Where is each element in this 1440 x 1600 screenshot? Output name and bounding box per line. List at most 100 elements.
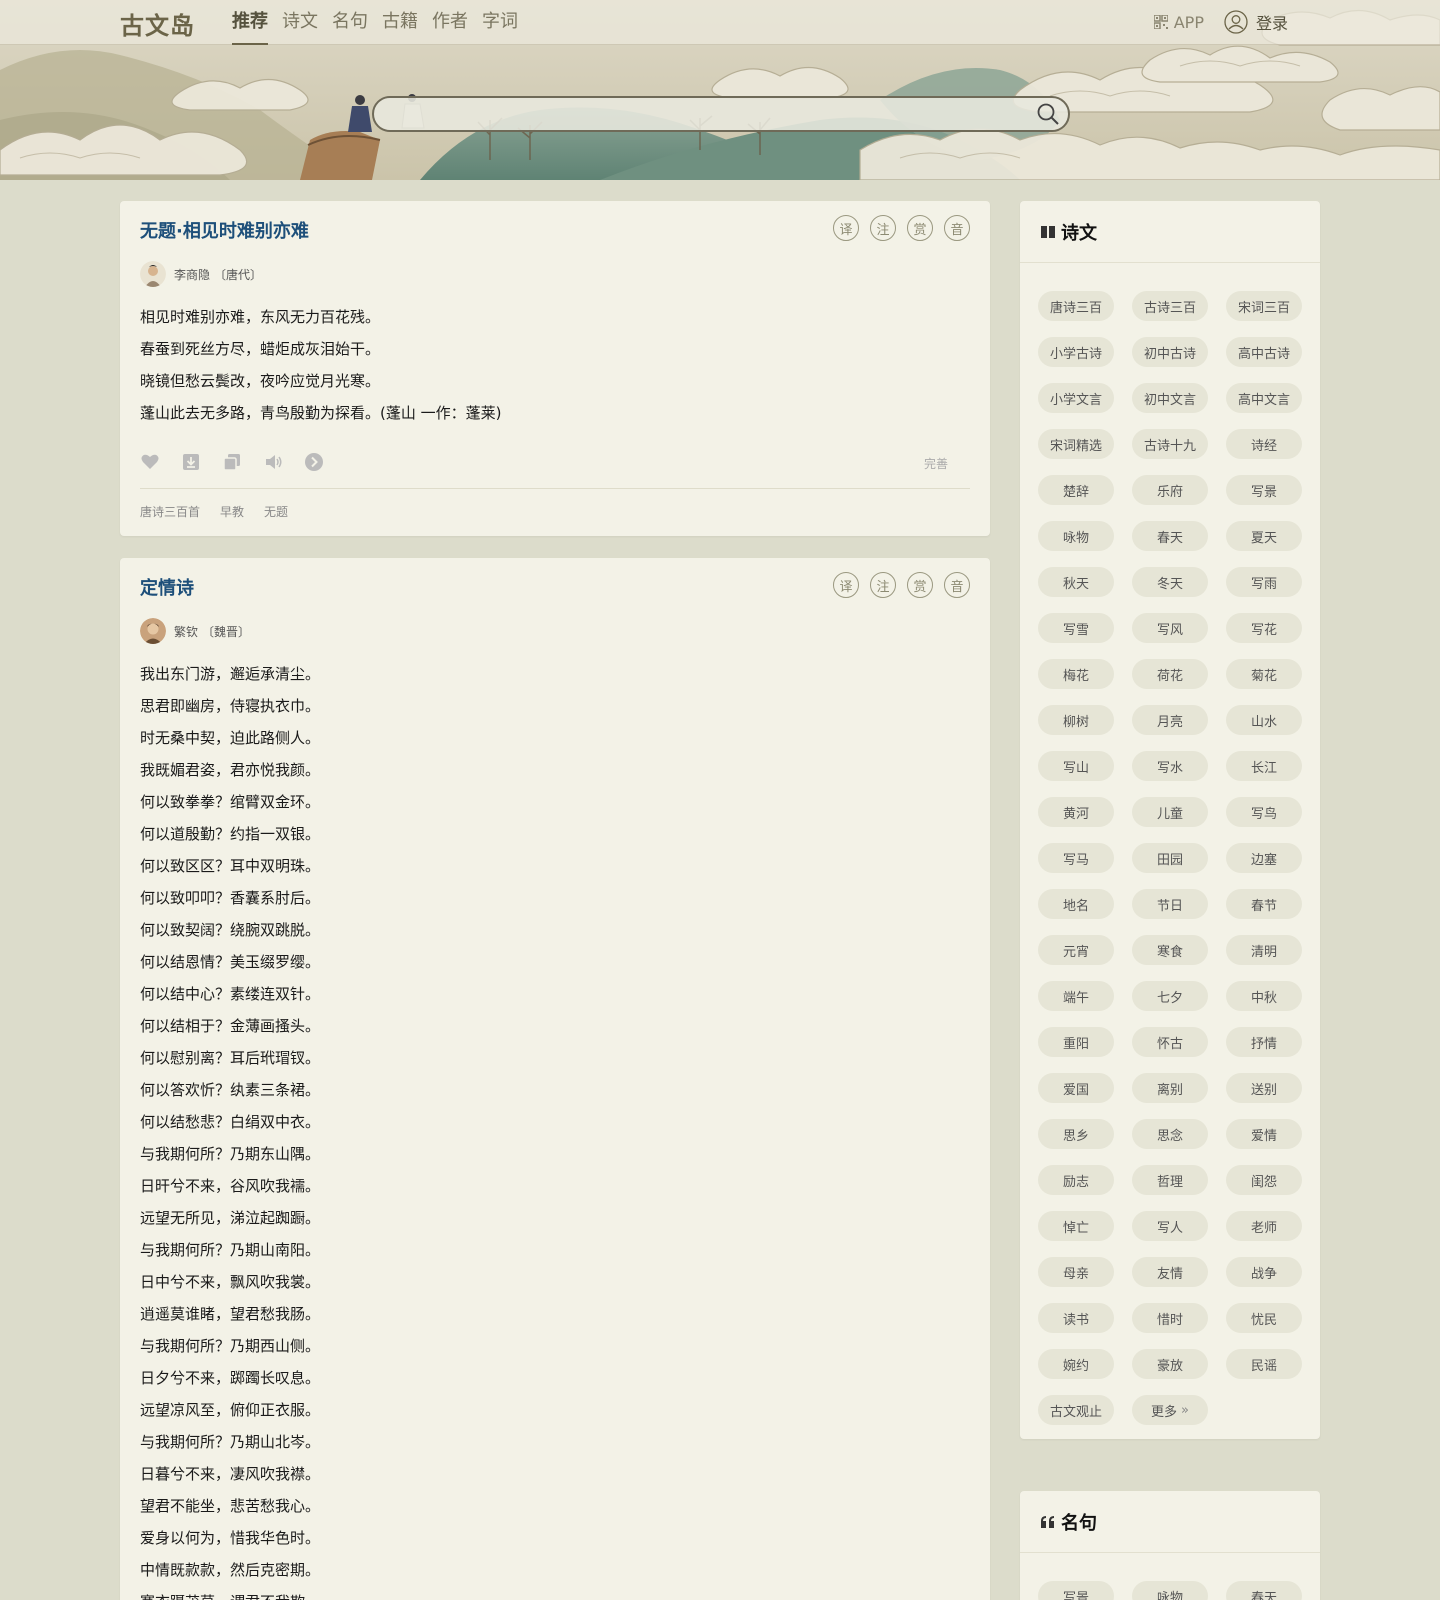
category-chip[interactable]: 思念 (1132, 1119, 1208, 1149)
category-chip[interactable]: 唐诗三百 (1038, 291, 1114, 321)
nav-recommend[interactable]: 推荐 (232, 10, 268, 45)
category-chip[interactable]: 写人 (1132, 1211, 1208, 1241)
category-chip[interactable]: 秋天 (1038, 567, 1114, 597)
category-chip[interactable]: 诗经 (1226, 429, 1302, 459)
category-chip[interactable]: 离别 (1132, 1073, 1208, 1103)
category-chip[interactable]: 古诗三百 (1132, 291, 1208, 321)
category-chip[interactable]: 元宵 (1038, 935, 1114, 965)
appreciate-button[interactable]: 赏 (907, 215, 933, 241)
category-chip[interactable]: 荷花 (1132, 659, 1208, 689)
category-chip[interactable]: 豪放 (1132, 1349, 1208, 1379)
category-chip[interactable]: 写水 (1132, 751, 1208, 781)
category-chip[interactable]: 忧民 (1226, 1303, 1302, 1333)
category-chip[interactable]: 古诗十九 (1132, 429, 1208, 459)
more-button[interactable]: 更多» (1132, 1395, 1208, 1425)
search-icon[interactable] (1036, 102, 1060, 126)
category-chip[interactable]: 古文观止 (1038, 1395, 1114, 1425)
category-chip[interactable]: 高中文言 (1226, 383, 1302, 413)
audio-icon[interactable] (263, 452, 283, 472)
category-chip[interactable]: 写山 (1038, 751, 1114, 781)
category-chip[interactable]: 长江 (1226, 751, 1302, 781)
nav-quotes[interactable]: 名句 (332, 10, 368, 45)
category-chip[interactable]: 婉约 (1038, 1349, 1114, 1379)
category-chip[interactable]: 春节 (1226, 889, 1302, 919)
category-chip[interactable]: 七夕 (1132, 981, 1208, 1011)
annotate-button[interactable]: 注 (870, 215, 896, 241)
category-chip[interactable]: 抒情 (1226, 1027, 1302, 1057)
search-input[interactable] (394, 98, 1014, 130)
category-chip[interactable]: 宋词精选 (1038, 429, 1114, 459)
app-link[interactable]: APP (1153, 13, 1204, 32)
category-chip[interactable]: 寒食 (1132, 935, 1208, 965)
category-chip[interactable]: 初中古诗 (1132, 337, 1208, 367)
category-chip[interactable]: 菊花 (1226, 659, 1302, 689)
category-chip[interactable]: 楚辞 (1038, 475, 1114, 505)
translate-button[interactable]: 译 (833, 215, 859, 241)
category-chip[interactable]: 高中古诗 (1226, 337, 1302, 367)
category-chip[interactable]: 写雨 (1226, 567, 1302, 597)
category-chip[interactable]: 战争 (1226, 1257, 1302, 1287)
author-avatar[interactable] (140, 618, 166, 644)
perfect-link[interactable]: 完善 (924, 455, 948, 472)
category-chip[interactable]: 重阳 (1038, 1027, 1114, 1057)
author-name[interactable]: 繁钦 (174, 623, 198, 640)
category-chip[interactable]: 柳树 (1038, 705, 1114, 735)
category-chip[interactable]: 怀古 (1132, 1027, 1208, 1057)
translate-button[interactable]: 译 (833, 572, 859, 598)
category-chip[interactable]: 爱国 (1038, 1073, 1114, 1103)
category-chip[interactable]: 节日 (1132, 889, 1208, 919)
category-chip[interactable]: 闺怨 (1226, 1165, 1302, 1195)
tag-link[interactable]: 早教 (220, 503, 244, 520)
arrow-right-icon[interactable] (304, 452, 324, 472)
category-chip[interactable]: 思乡 (1038, 1119, 1114, 1149)
category-chip[interactable]: 写景 (1226, 475, 1302, 505)
category-chip[interactable]: 友情 (1132, 1257, 1208, 1287)
category-chip[interactable]: 冬天 (1132, 567, 1208, 597)
category-chip[interactable]: 悼亡 (1038, 1211, 1114, 1241)
category-chip[interactable]: 写花 (1226, 613, 1302, 643)
appreciate-button[interactable]: 赏 (907, 572, 933, 598)
category-chip[interactable]: 夏天 (1226, 521, 1302, 551)
category-chip[interactable]: 乐府 (1132, 475, 1208, 505)
category-chip[interactable]: 田园 (1132, 843, 1208, 873)
category-chip[interactable]: 春天 (1226, 1581, 1302, 1600)
login-link[interactable]: 登录 (1224, 10, 1288, 34)
category-chip[interactable]: 咏物 (1132, 1581, 1208, 1600)
category-chip[interactable]: 爱情 (1226, 1119, 1302, 1149)
nav-authors[interactable]: 作者 (432, 10, 468, 45)
category-chip[interactable]: 母亲 (1038, 1257, 1114, 1287)
category-chip[interactable]: 山水 (1226, 705, 1302, 735)
category-chip[interactable]: 中秋 (1226, 981, 1302, 1011)
tag-link[interactable]: 无题 (264, 503, 288, 520)
category-chip[interactable]: 宋词三百 (1226, 291, 1302, 321)
author-name[interactable]: 李商隐 (174, 266, 210, 283)
site-logo[interactable]: 古文岛 (120, 6, 195, 41)
category-chip[interactable]: 清明 (1226, 935, 1302, 965)
category-chip[interactable]: 端午 (1038, 981, 1114, 1011)
category-chip[interactable]: 黄河 (1038, 797, 1114, 827)
category-chip[interactable]: 地名 (1038, 889, 1114, 919)
nav-classics[interactable]: 古籍 (382, 10, 418, 45)
category-chip[interactable]: 月亮 (1132, 705, 1208, 735)
category-chip[interactable]: 哲理 (1132, 1165, 1208, 1195)
category-chip[interactable]: 送别 (1226, 1073, 1302, 1103)
category-chip[interactable]: 惜时 (1132, 1303, 1208, 1333)
category-chip[interactable]: 写景 (1038, 1581, 1114, 1600)
nav-poetry[interactable]: 诗文 (282, 10, 318, 45)
download-icon[interactable] (181, 452, 201, 472)
category-chip[interactable]: 梅花 (1038, 659, 1114, 689)
pinyin-button[interactable]: 音 (944, 215, 970, 241)
tag-link[interactable]: 唐诗三百首 (140, 503, 200, 520)
category-chip[interactable]: 读书 (1038, 1303, 1114, 1333)
annotate-button[interactable]: 注 (870, 572, 896, 598)
category-chip[interactable]: 春天 (1132, 521, 1208, 551)
author-avatar[interactable] (140, 261, 166, 287)
category-chip[interactable]: 写马 (1038, 843, 1114, 873)
category-chip[interactable]: 老师 (1226, 1211, 1302, 1241)
category-chip[interactable]: 写风 (1132, 613, 1208, 643)
category-chip[interactable]: 励志 (1038, 1165, 1114, 1195)
copy-icon[interactable] (222, 452, 242, 472)
category-chip[interactable]: 小学古诗 (1038, 337, 1114, 367)
category-chip[interactable]: 民谣 (1226, 1349, 1302, 1379)
category-chip[interactable]: 写鸟 (1226, 797, 1302, 827)
